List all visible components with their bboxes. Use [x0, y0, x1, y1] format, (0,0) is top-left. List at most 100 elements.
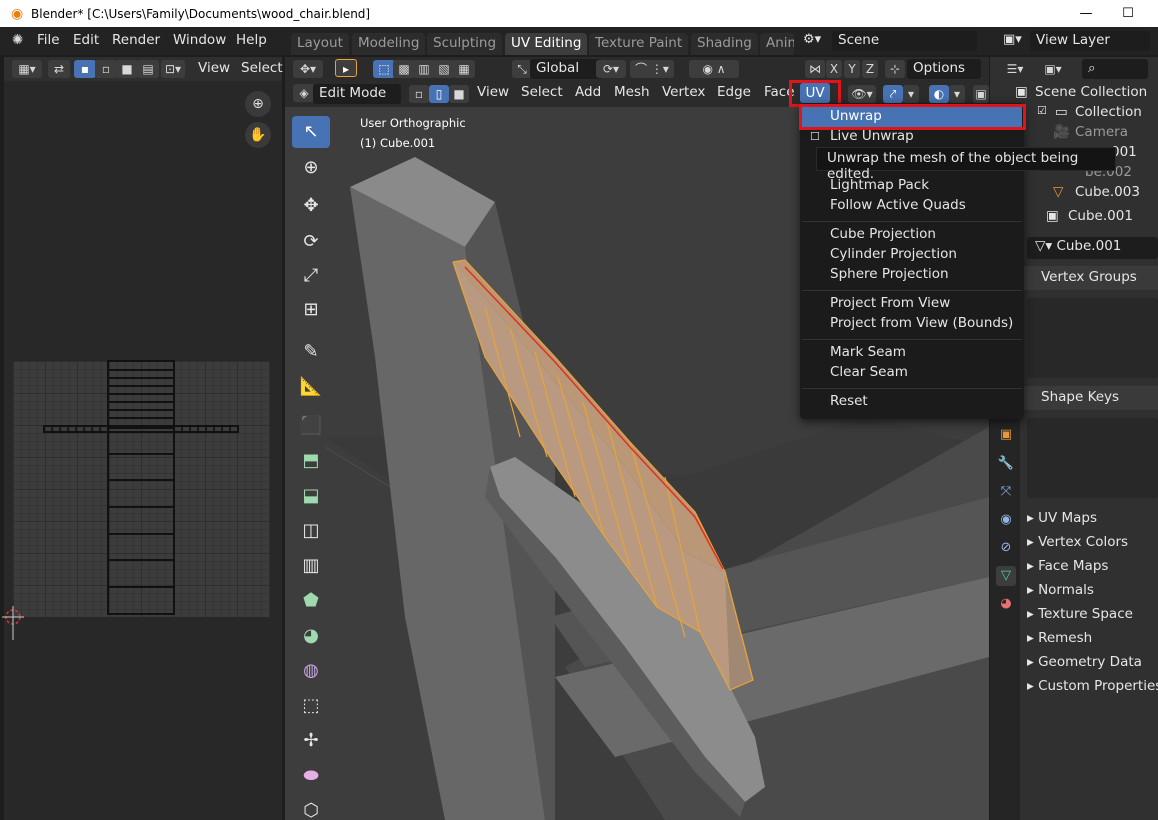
view-layer-field[interactable]: View Layer: [1030, 31, 1150, 51]
shear-tool-icon[interactable]: ⬡: [292, 795, 330, 820]
tab-animation[interactable]: Anim: [760, 33, 794, 55]
face-mode-icon[interactable]: ■: [449, 85, 469, 103]
panel-remesh[interactable]: ▸ Remesh: [1027, 630, 1092, 646]
menu-item-reset[interactable]: Reset: [830, 393, 868, 409]
xray-icon[interactable]: ▣: [973, 85, 989, 103]
display-mode-icon[interactable]: ▣▾: [1038, 60, 1068, 78]
object-properties-tab-icon[interactable]: ▣: [996, 425, 1016, 445]
panel-geometry-data[interactable]: ▸ Geometry Data: [1027, 654, 1142, 670]
spin-tool-icon[interactable]: ◍: [292, 655, 330, 687]
shape-keys-list[interactable]: [1027, 418, 1158, 498]
axis-x-button[interactable]: X: [826, 60, 842, 78]
pan-hand-icon[interactable]: ✋: [245, 122, 271, 148]
view-layer-icon[interactable]: ▣▾: [1003, 32, 1022, 47]
maximize-button[interactable]: ☐: [1108, 0, 1148, 27]
uv-menu-select[interactable]: Select: [241, 60, 283, 76]
outliner-editor-icon[interactable]: ☰▾: [1000, 60, 1030, 78]
sticky-select-icon[interactable]: ⊡▾: [161, 60, 185, 78]
uv-menu-view[interactable]: View: [198, 60, 230, 76]
transform-orientation-dropdown[interactable]: Global: [530, 59, 602, 79]
select-extend-icon[interactable]: ▩: [393, 60, 415, 78]
knife-tool-icon[interactable]: ⬟: [292, 585, 330, 617]
menu-mesh[interactable]: Mesh: [614, 84, 650, 100]
minimize-button[interactable]: —: [1066, 0, 1106, 27]
scale-tool-icon[interactable]: ⤢: [292, 260, 330, 292]
outliner-cube-003[interactable]: Cube.003: [1075, 184, 1140, 200]
mirror-icon[interactable]: ⋈: [805, 60, 825, 78]
live-unwrap-checkbox[interactable]: ☐: [810, 130, 820, 143]
editor-type-icon[interactable]: ▦▾: [12, 60, 42, 78]
menu-item-project-from-view[interactable]: Project From View: [830, 295, 950, 311]
smooth-tool-icon[interactable]: ⬚: [292, 690, 330, 722]
select-tool-icon[interactable]: ↖: [292, 116, 330, 148]
rotate-tool-icon[interactable]: ⟳: [292, 226, 330, 258]
constraints-tab-icon[interactable]: ⊘: [996, 538, 1016, 558]
shrink-fatten-tool-icon[interactable]: ⬬: [292, 760, 330, 792]
gizmo-icon[interactable]: ⤤: [883, 85, 903, 103]
editor-type-icon[interactable]: ✥▾: [293, 60, 323, 78]
uv-islands[interactable]: [0, 340, 285, 650]
menu-window[interactable]: Window: [173, 32, 226, 48]
panel-custom-properties[interactable]: ▸ Custom Properties: [1027, 678, 1158, 694]
overlays-dropdown-icon[interactable]: ▾: [949, 85, 965, 103]
proportional-edit-icon[interactable]: ◉ ∧: [689, 60, 739, 78]
mesh-data-tab-icon[interactable]: ▽: [996, 566, 1016, 586]
outliner-search-field[interactable]: ⌕: [1082, 59, 1148, 79]
edge-slide-tool-icon[interactable]: ✢: [292, 725, 330, 757]
panel-normals[interactable]: ▸ Normals: [1027, 582, 1094, 598]
menu-item-cube-projection[interactable]: Cube Projection: [830, 226, 936, 242]
vertex-mode-icon[interactable]: ▫: [409, 85, 429, 103]
axis-z-button[interactable]: Z: [862, 60, 878, 78]
island-select-icon[interactable]: ▤: [137, 60, 159, 78]
select-subtract-icon[interactable]: ▥: [413, 60, 435, 78]
properties-object-name[interactable]: Cube.001: [1068, 208, 1133, 224]
panel-vertex-colors[interactable]: ▸ Vertex Colors: [1027, 534, 1128, 550]
menu-item-sphere-projection[interactable]: Sphere Projection: [830, 266, 949, 282]
menu-select[interactable]: Select: [521, 84, 563, 100]
outliner-scene-collection[interactable]: Scene Collection: [1035, 84, 1147, 100]
physics-tab-icon[interactable]: ◉: [996, 510, 1016, 530]
tab-uv-editing[interactable]: UV Editing: [505, 33, 588, 55]
options-dropdown[interactable]: Options: [907, 59, 981, 79]
cursor-tool-icon[interactable]: ⊕: [292, 152, 330, 184]
menu-render[interactable]: Render: [112, 32, 160, 48]
select-intersect-icon[interactable]: ▦: [453, 60, 475, 78]
auto-merge-icon[interactable]: ⊹: [885, 60, 905, 78]
blender-menu-icon[interactable]: ✺: [12, 32, 23, 48]
edge-mode-icon[interactable]: ▯: [429, 85, 449, 103]
menu-item-live-unwrap[interactable]: Live Unwrap: [830, 128, 914, 144]
menu-item-clear-seam[interactable]: Clear Seam: [830, 364, 908, 380]
menu-add[interactable]: Add: [575, 84, 601, 100]
transform-orientation-icon[interactable]: ⤡: [512, 60, 532, 78]
menu-item-mark-seam[interactable]: Mark Seam: [830, 344, 906, 360]
panel-uv-maps[interactable]: ▸ UV Maps: [1027, 510, 1097, 526]
mode-dropdown[interactable]: Edit Mode: [313, 84, 401, 104]
zoom-icon[interactable]: ⊕: [245, 91, 271, 117]
select-mode-icon[interactable]: ▸: [335, 59, 357, 77]
modifier-tab-icon[interactable]: 🔧: [996, 454, 1016, 474]
panel-face-maps[interactable]: ▸ Face Maps: [1027, 558, 1108, 574]
menu-edge[interactable]: Edge: [717, 84, 751, 100]
inset-tool-icon[interactable]: ⬓: [292, 480, 330, 512]
tab-modeling[interactable]: Modeling: [352, 33, 426, 55]
snap-icon[interactable]: ⌒ ⋮▾: [630, 60, 674, 78]
select-invert-icon[interactable]: ▧: [433, 60, 455, 78]
face-select-icon[interactable]: ■: [116, 60, 138, 78]
menu-item-project-from-view-bounds[interactable]: Project from View (Bounds): [830, 315, 1013, 331]
transform-tool-icon[interactable]: ⊞: [292, 294, 330, 326]
outliner-collection[interactable]: Collection: [1075, 104, 1142, 120]
select-box-icon[interactable]: ⬚: [373, 60, 395, 78]
menu-view[interactable]: View: [477, 84, 509, 100]
edge-select-icon[interactable]: ▫: [95, 60, 117, 78]
loop-cut-tool-icon[interactable]: ▥: [292, 550, 330, 582]
outliner-camera[interactable]: Camera: [1075, 124, 1128, 140]
menu-file[interactable]: File: [37, 32, 60, 48]
tab-shading[interactable]: Shading: [691, 33, 758, 55]
panel-vertex-groups[interactable]: Vertex Groups: [1023, 266, 1158, 290]
tab-layout[interactable]: Layout: [291, 33, 349, 55]
scene-field[interactable]: Scene: [832, 31, 977, 51]
mesh-data-field[interactable]: ▽▾ Cube.001: [1027, 237, 1158, 259]
panel-shape-keys[interactable]: Shape Keys: [1023, 386, 1158, 410]
menu-item-cylinder-projection[interactable]: Cylinder Projection: [830, 246, 957, 262]
menu-help[interactable]: Help: [236, 32, 267, 48]
